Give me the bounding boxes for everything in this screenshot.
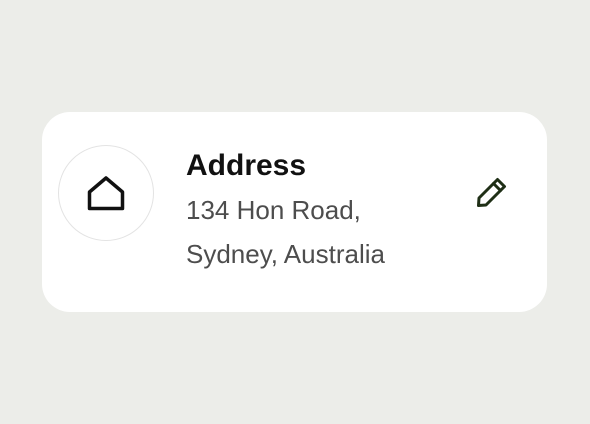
home-icon bbox=[87, 176, 125, 211]
address-text: Address 134 Hon Road, Sydney, Australia bbox=[186, 148, 385, 276]
home-icon-container bbox=[58, 145, 154, 241]
address-line-1: 134 Hon Road, bbox=[186, 195, 361, 225]
pencil-icon bbox=[477, 178, 506, 207]
address-title: Address bbox=[186, 149, 307, 182]
edit-address-button[interactable] bbox=[472, 172, 512, 212]
address-line-2: Sydney, Australia bbox=[186, 239, 385, 269]
address-card: Address 134 Hon Road, Sydney, Australia bbox=[42, 112, 547, 312]
